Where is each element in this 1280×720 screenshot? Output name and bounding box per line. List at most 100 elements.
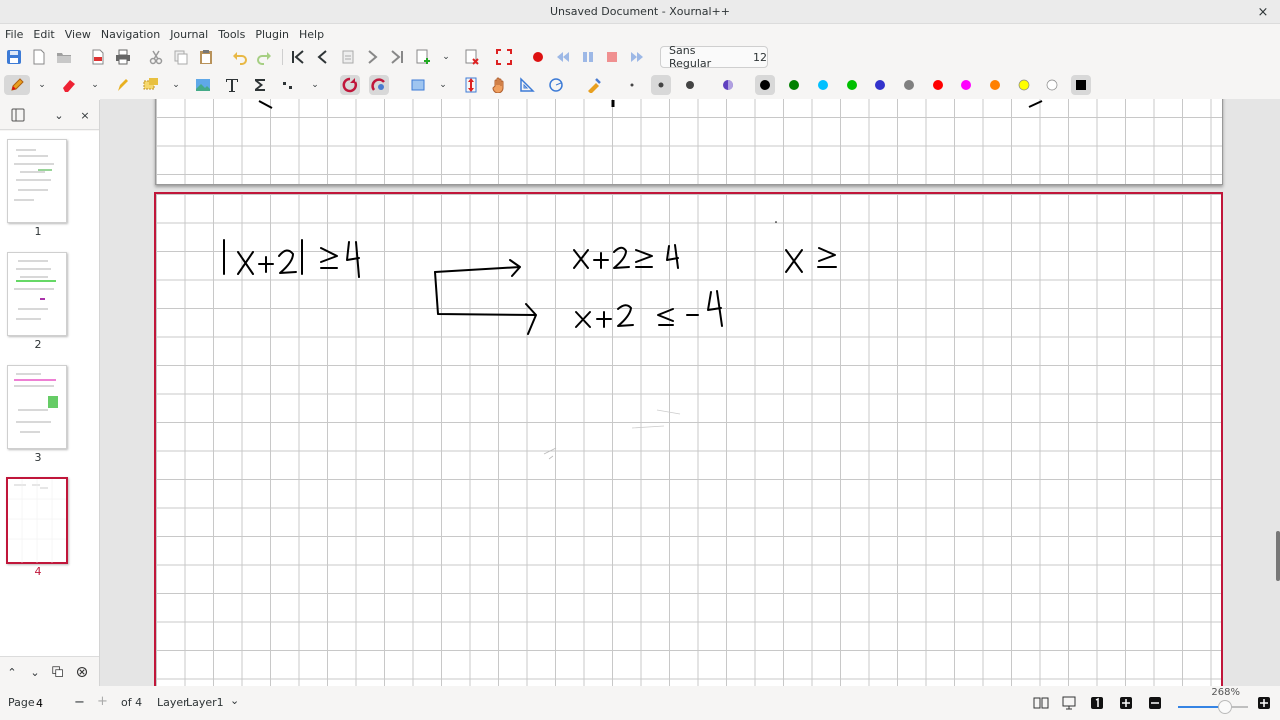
paste-icon[interactable] bbox=[196, 47, 216, 67]
page-thumbnail-1[interactable] bbox=[7, 139, 67, 223]
color-gray-button[interactable] bbox=[899, 75, 919, 95]
highlighter-tool-icon[interactable] bbox=[112, 75, 132, 95]
select-dropdown[interactable]: ⌄ bbox=[171, 75, 181, 95]
sidebar-dropdown-icon[interactable]: ⌄ bbox=[50, 106, 68, 124]
fullscreen-icon[interactable] bbox=[494, 47, 514, 67]
page-thumbnail-2[interactable] bbox=[7, 252, 67, 336]
page-number-input[interactable] bbox=[36, 694, 68, 712]
menu-view[interactable]: View bbox=[65, 28, 91, 41]
page-decrement-button[interactable]: − bbox=[74, 695, 85, 710]
export-pdf-icon[interactable] bbox=[88, 47, 108, 67]
open-folder-icon[interactable] bbox=[54, 47, 74, 67]
new-document-icon[interactable] bbox=[29, 47, 49, 67]
save-icon[interactable] bbox=[4, 47, 24, 67]
color-lightblue-button[interactable] bbox=[813, 75, 833, 95]
shape-dropdown[interactable]: ⌄ bbox=[438, 75, 448, 95]
medium-size-icon[interactable] bbox=[651, 75, 671, 95]
zoom-fit-icon[interactable] bbox=[1116, 693, 1136, 713]
default-tools-icon[interactable] bbox=[584, 75, 604, 95]
undo-icon[interactable] bbox=[230, 47, 250, 67]
page-3-sheet[interactable] bbox=[155, 99, 1223, 185]
color-blue-button[interactable] bbox=[870, 75, 890, 95]
color-green-button[interactable] bbox=[784, 75, 804, 95]
rectangle-tool-icon[interactable] bbox=[408, 75, 428, 95]
page-thumbnail-3[interactable] bbox=[7, 365, 67, 449]
eraser-tool-icon[interactable] bbox=[59, 75, 79, 95]
hand-recognition-icon[interactable] bbox=[340, 75, 360, 95]
math-tex-icon[interactable] bbox=[250, 75, 270, 95]
text-tool-icon[interactable] bbox=[222, 75, 242, 95]
redo-icon[interactable] bbox=[254, 47, 274, 67]
sidebar-view-icon[interactable] bbox=[9, 106, 27, 124]
delete-page-icon[interactable] bbox=[462, 47, 482, 67]
copy-icon[interactable] bbox=[171, 47, 191, 67]
next-page-icon[interactable] bbox=[362, 47, 382, 67]
menu-plugin[interactable]: Plugin bbox=[255, 28, 289, 41]
first-page-icon[interactable] bbox=[288, 47, 308, 67]
vertical-space-tool-icon[interactable] bbox=[278, 75, 298, 95]
move-page-up-icon[interactable]: ⌃ bbox=[3, 663, 21, 681]
last-page-icon[interactable] bbox=[387, 47, 407, 67]
seek-back-icon[interactable] bbox=[553, 47, 573, 67]
layer-dropdown-icon[interactable]: ⌄ bbox=[230, 694, 239, 707]
vertical-space-icon[interactable] bbox=[461, 75, 481, 95]
stop-icon[interactable] bbox=[602, 47, 622, 67]
color-black-button[interactable] bbox=[755, 75, 775, 95]
setsquare-icon[interactable] bbox=[517, 75, 537, 95]
font-selector-button[interactable]: Sans Regular 12 bbox=[660, 44, 768, 70]
zoom-slider[interactable] bbox=[1178, 700, 1248, 714]
sidebar-close-button[interactable]: × bbox=[76, 106, 94, 124]
menu-file[interactable]: File bbox=[5, 28, 23, 41]
color-magenta-button[interactable] bbox=[956, 75, 976, 95]
insert-page-dropdown[interactable]: ⌄ bbox=[441, 47, 451, 67]
seek-forward-icon[interactable] bbox=[627, 47, 647, 67]
window-close-button[interactable]: × bbox=[1254, 3, 1272, 21]
compass-icon[interactable] bbox=[546, 75, 566, 95]
zoom-out-icon[interactable] bbox=[1145, 693, 1165, 713]
menu-navigation[interactable]: Navigation bbox=[101, 28, 160, 41]
pen-tool-icon[interactable] bbox=[4, 75, 30, 95]
vertical-scrollbar[interactable] bbox=[1276, 99, 1280, 686]
zoom-in-icon[interactable] bbox=[1254, 693, 1274, 713]
print-icon[interactable] bbox=[113, 47, 133, 67]
record-icon[interactable] bbox=[528, 47, 548, 67]
layer-selector[interactable]: Layer1 bbox=[186, 696, 224, 709]
menu-help[interactable]: Help bbox=[299, 28, 324, 41]
scrollbar-thumb[interactable] bbox=[1276, 531, 1280, 581]
tool-dropdown[interactable]: ⌄ bbox=[310, 75, 320, 95]
select-tool-icon[interactable] bbox=[141, 75, 161, 95]
pen-dropdown[interactable]: ⌄ bbox=[37, 75, 47, 95]
color-red-button[interactable] bbox=[928, 75, 948, 95]
cut-icon[interactable] bbox=[146, 47, 166, 67]
eraser-dropdown[interactable]: ⌄ bbox=[90, 75, 100, 95]
page-increment-button[interactable]: + bbox=[97, 694, 108, 709]
menu-tools[interactable]: Tools bbox=[218, 28, 245, 41]
color-yellow-button[interactable] bbox=[1014, 75, 1034, 95]
dual-page-view-icon[interactable] bbox=[1031, 693, 1051, 713]
fine-size-icon[interactable] bbox=[622, 75, 642, 95]
pause-icon[interactable] bbox=[578, 47, 598, 67]
zoom-slider-knob[interactable] bbox=[1218, 700, 1232, 714]
previous-page-icon[interactable] bbox=[313, 47, 333, 67]
color-orange-button[interactable] bbox=[985, 75, 1005, 95]
move-page-down-icon[interactable]: ⌄ bbox=[26, 663, 44, 681]
insert-page-icon[interactable] bbox=[413, 47, 433, 67]
duplicate-page-icon[interactable] bbox=[49, 663, 67, 681]
image-tool-icon[interactable] bbox=[193, 75, 213, 95]
menu-edit[interactable]: Edit bbox=[33, 28, 54, 41]
page-4-sheet[interactable] bbox=[154, 192, 1223, 686]
document-canvas[interactable] bbox=[100, 99, 1276, 686]
color-picker-button[interactable] bbox=[1071, 75, 1091, 95]
goto-page-icon[interactable] bbox=[338, 47, 358, 67]
fill-toggle-icon[interactable] bbox=[718, 75, 738, 95]
color-white-button[interactable] bbox=[1042, 75, 1062, 95]
page-thumbnail-4[interactable] bbox=[6, 477, 68, 564]
color-lightgreen-button[interactable] bbox=[842, 75, 862, 95]
hand-tool-icon[interactable] bbox=[489, 75, 509, 95]
shape-recognizer-icon[interactable] bbox=[369, 75, 389, 95]
delete-page-button-icon[interactable] bbox=[73, 663, 91, 681]
zoom-100-icon[interactable] bbox=[1087, 693, 1107, 713]
thick-size-icon[interactable] bbox=[680, 75, 700, 95]
presentation-mode-icon[interactable] bbox=[1059, 693, 1079, 713]
menu-journal[interactable]: Journal bbox=[170, 28, 208, 41]
